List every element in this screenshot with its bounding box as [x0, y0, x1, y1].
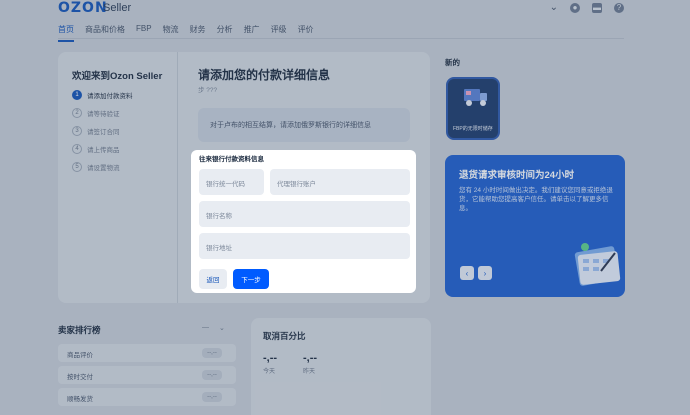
cancellation-card: 取消百分比 -,-- 今天 -,-- 昨天 — [251, 318, 431, 415]
ranking-row[interactable]: 按时交付 --,-- — [58, 366, 236, 384]
chevron-down-icon[interactable]: ⌄ — [219, 324, 225, 332]
main-nav: 首页 商品和价格 FBP 物流 财务 分析 推广 评级 评价 — [58, 24, 314, 42]
nav-analytics[interactable]: 分析 — [217, 24, 233, 42]
nav-home[interactable]: 首页 — [58, 24, 74, 42]
ranking-tools: — ⌄ — [202, 324, 225, 332]
stat-today: -,-- 今天 — [263, 352, 277, 375]
bank-name-field[interactable]: 银行名称 — [199, 201, 410, 227]
bank-address-field[interactable]: 银行地址 — [199, 233, 410, 259]
stat-label: 今天 — [263, 369, 276, 375]
ranking-row[interactable]: 商品评价 --,-- — [58, 344, 236, 362]
chevron-down-icon[interactable]: ⌄ — [550, 2, 558, 13]
story-tile-text: FBP的无限时储存 — [453, 125, 493, 132]
step-label: 请等待验证 — [87, 111, 120, 118]
ranking-label: 顺畅发货 — [67, 396, 93, 403]
step-item[interactable]: 3 请签订合同 — [72, 126, 120, 136]
promo-title: 退货请求审核时间为24小时 — [459, 170, 575, 181]
onboarding-heading: 请添加您的付款详细信息 — [198, 68, 331, 82]
bank-details-popup: 往来银行付款资料信息 银行统一代码 代理银行账户 银行名称 银行地址 返回 下一… — [191, 150, 416, 293]
nav-logistics[interactable]: 物流 — [163, 24, 179, 42]
nav-finance[interactable]: 财务 — [190, 24, 206, 42]
seller-ranking: 卖家排行榜 — ⌄ 商品评价 --,-- 按时交付 --,-- 顺畅发货 --,… — [58, 318, 238, 415]
top-icons: ⌄ ● ▬ ? — [550, 2, 624, 13]
info-box: 对于卢布的相互结算，请添加俄罗斯银行的详细信息 — [198, 108, 410, 142]
nav-reviews[interactable]: 评价 — [298, 24, 314, 42]
chevron-left-icon[interactable]: ‹ — [460, 266, 474, 280]
ranking-title: 卖家排行榜 — [58, 325, 101, 335]
next-button[interactable]: 下一步 — [233, 269, 269, 289]
account-icon[interactable]: ● — [570, 2, 580, 13]
logo-subtitle: Seller — [103, 2, 132, 14]
ranking-label: 商品评价 — [67, 352, 93, 359]
agent-account-field[interactable]: 代理银行账户 — [270, 169, 410, 195]
promo-text: 您有 24 小时时间做出决定。我们建议您同意或拒绝退货，它能帮助您提高客户信任。… — [459, 187, 613, 212]
story-tile-fbp[interactable]: FBP的无限时储存 — [446, 77, 500, 140]
stat-value: -,-- — [263, 352, 278, 364]
promo-banner[interactable]: 退货请求审核时间为24小时 您有 24 小时时间做出决定。我们建议您同意或拒绝退… — [445, 155, 625, 297]
step-label: 请设置物流 — [87, 165, 120, 172]
top-bar: OZON Seller ⌄ ● ▬ ? 首页 商品和价格 FBP 物流 财务 分… — [0, 0, 690, 42]
welcome-title: 欢迎来到Ozon Seller — [72, 71, 163, 82]
ranking-value: --,-- — [202, 392, 222, 402]
nav-products[interactable]: 商品和价格 — [85, 24, 125, 42]
back-button[interactable]: 返回 — [199, 269, 227, 289]
new-section-label: 新的 — [445, 58, 460, 67]
ranking-row[interactable]: 顺畅发货 --,-- — [58, 388, 236, 406]
nav-rating[interactable]: 评级 — [271, 24, 287, 42]
stat-label: 昨天 — [303, 369, 316, 375]
minus-icon[interactable]: — — [202, 324, 209, 332]
step-label: 请添加付款资料 — [87, 93, 133, 100]
step-item[interactable]: 5 请设置物流 — [72, 162, 120, 172]
nav-promotion[interactable]: 推广 — [244, 24, 260, 42]
chat-icon[interactable]: ▬ — [592, 2, 602, 13]
step-item[interactable]: 1 请添加付款资料 — [72, 90, 133, 100]
nav-divider — [58, 38, 624, 39]
promo-pager: ‹ › — [460, 266, 492, 280]
onboarding-steps-panel: 欢迎来到Ozon Seller 1 请添加付款资料 2 请等待验证 3 请签订合… — [58, 52, 178, 303]
cancellation-title: 取消百分比 — [263, 331, 306, 341]
ranking-value: --,-- — [202, 348, 222, 358]
bank-code-field[interactable]: 银行统一代码 — [199, 169, 264, 195]
stat-value: -,-- — [303, 352, 318, 364]
ranking-label: 按时交付 — [67, 374, 93, 381]
popup-title: 往来银行付款资料信息 — [199, 156, 264, 163]
stat-yesterday: -,-- 昨天 — [303, 352, 317, 375]
step-counter: 步 ??? — [198, 87, 218, 94]
step-item[interactable]: 4 请上传商品 — [72, 144, 120, 154]
calendar-illustration-icon — [574, 243, 621, 286]
help-icon[interactable]: ? — [614, 2, 624, 13]
chevron-right-icon[interactable]: › — [478, 266, 492, 280]
step-item[interactable]: 2 请等待验证 — [72, 108, 120, 118]
step-label: 请签订合同 — [87, 129, 120, 136]
step-label: 请上传商品 — [87, 147, 120, 154]
nav-fbp[interactable]: FBP — [136, 24, 152, 42]
truck-icon — [464, 89, 487, 106]
ranking-value: --,-- — [202, 370, 222, 380]
ozon-logo[interactable]: OZON — [58, 0, 108, 16]
